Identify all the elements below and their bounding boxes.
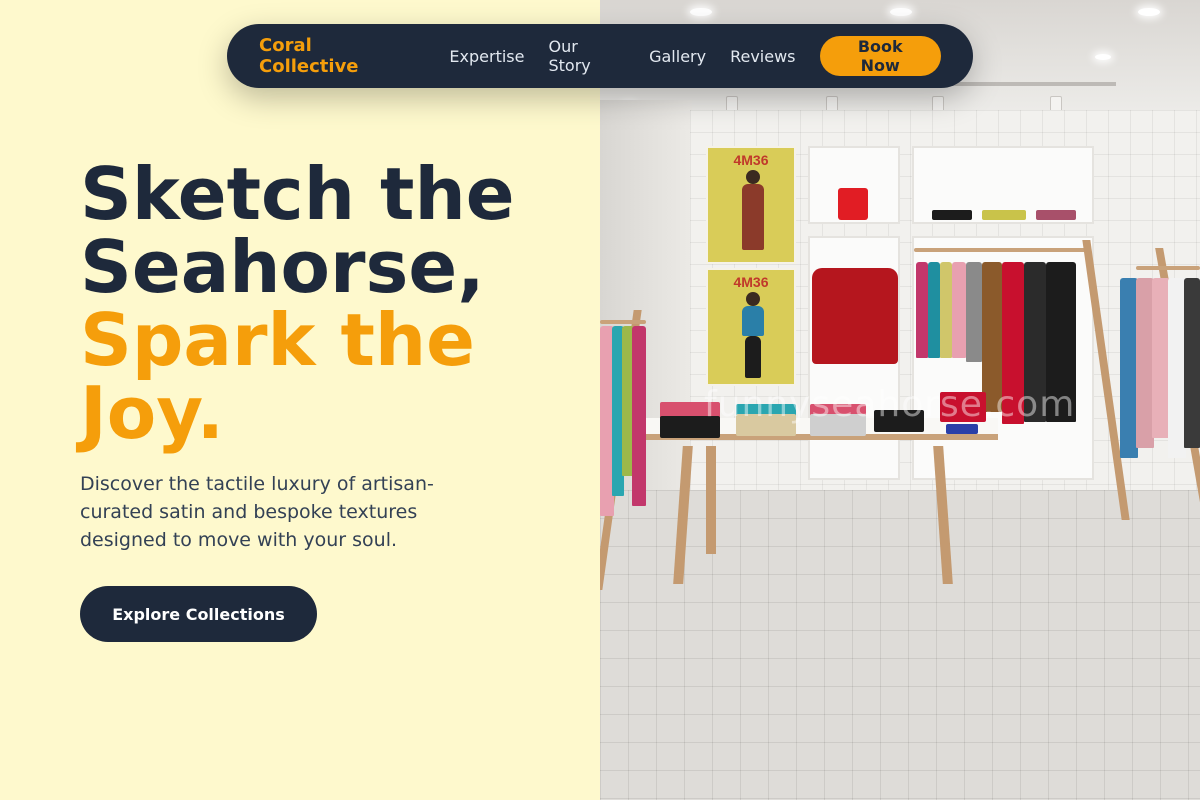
explore-collections-button[interactable]: Explore Collections <box>80 586 317 642</box>
poster-label: 4M36 <box>733 274 769 290</box>
hero-description: Discover the tactile luxury of artisan-c… <box>80 473 434 551</box>
hero-title-line: Sketch the <box>80 152 515 236</box>
poster-bottom: 4M36 <box>706 268 796 386</box>
poster-top: 4M36 <box>706 146 796 264</box>
nav-link-reviews[interactable]: Reviews <box>730 47 795 66</box>
nav-link-expertise[interactable]: Expertise <box>449 47 524 66</box>
book-now-button[interactable]: Book Now <box>819 36 941 76</box>
poster-label: 4M36 <box>733 152 769 168</box>
hero-title: Sketch the Seahorse, Spark the Joy. <box>80 158 580 450</box>
store-interior-photo: 4M36 4M36 funnyseahorse.com <box>600 0 1200 800</box>
hero-title-line: Seahorse, <box>80 225 485 309</box>
hero-title-accent-line: Spark the <box>80 298 475 382</box>
nav-link-gallery[interactable]: Gallery <box>649 47 706 66</box>
brand-logo[interactable]: Coral Collective <box>259 35 417 77</box>
red-jacket <box>812 268 898 364</box>
hero-title-accent-line: Joy. <box>80 371 224 455</box>
red-bag <box>838 188 868 220</box>
watermark: funnyseahorse.com <box>704 384 1076 425</box>
tiled-floor <box>600 490 1200 800</box>
nav-link-our-story[interactable]: Our Story <box>548 37 625 75</box>
navbar: Coral Collective Expertise Our Story Gal… <box>227 24 973 88</box>
